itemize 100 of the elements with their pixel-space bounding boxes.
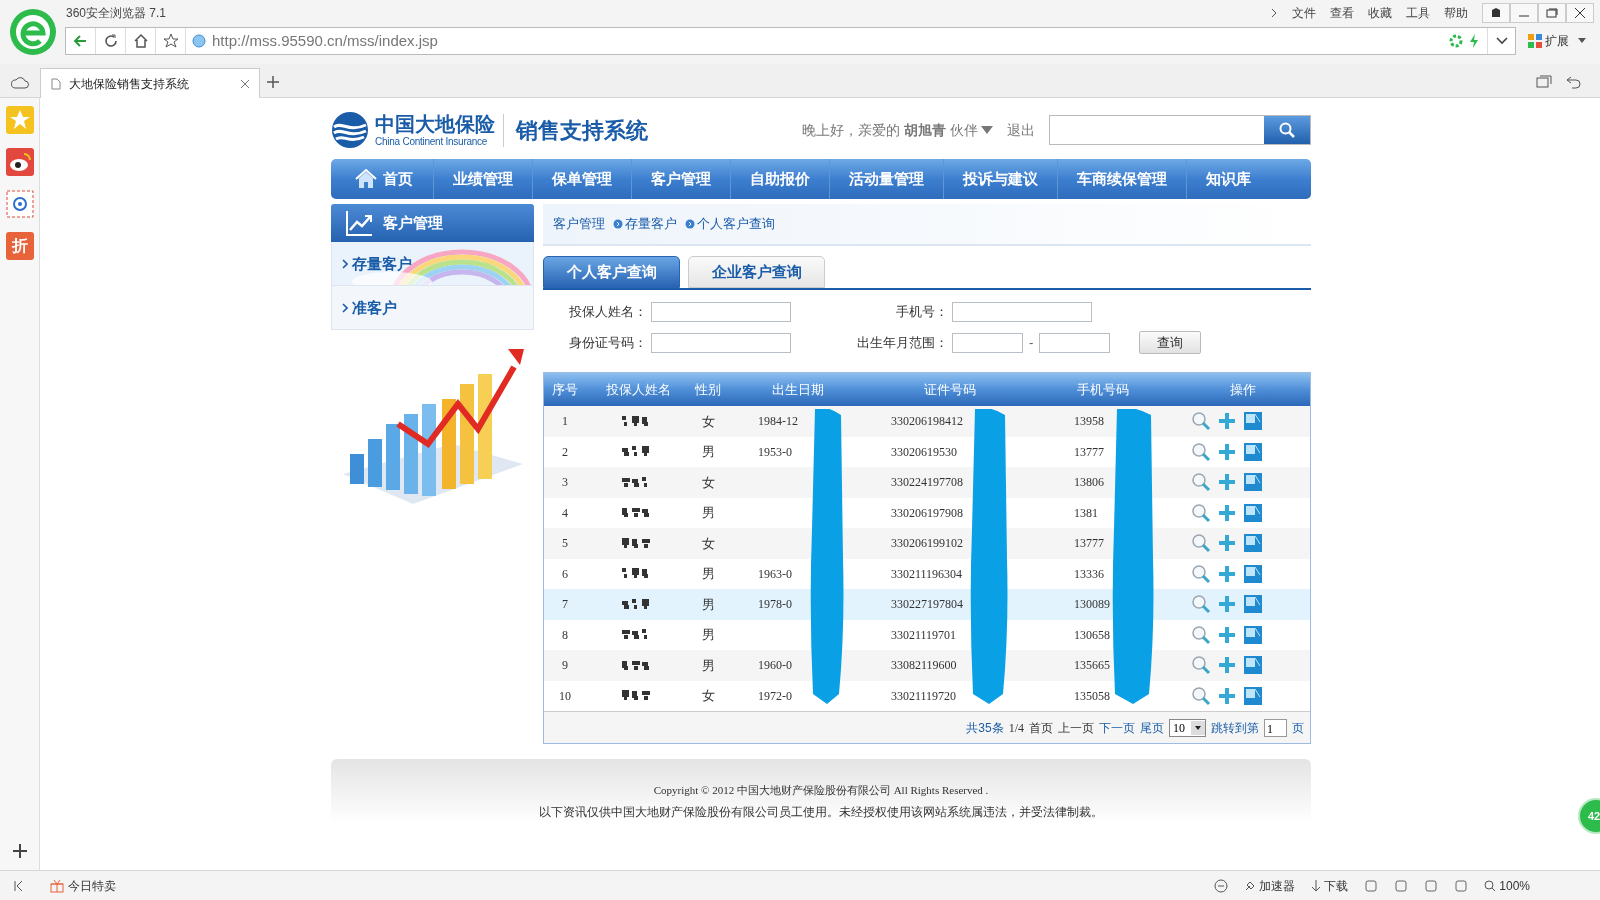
input-field[interactable]: [651, 301, 791, 322]
window-icon[interactable]: [1243, 594, 1263, 615]
nav-item[interactable]: 投诉与建议: [943, 159, 1057, 199]
menu-item[interactable]: 文件: [1292, 4, 1316, 22]
page-input[interactable]: 1: [1264, 718, 1287, 737]
menu-item[interactable]: 工具: [1406, 4, 1430, 22]
table-cell-text: 330224197708: [890, 474, 964, 492]
deals-link[interactable]: 今日特卖: [68, 876, 116, 895]
nav-item[interactable]: 保单管理: [532, 159, 631, 199]
window-icon[interactable]: [1243, 624, 1263, 645]
extensions-button[interactable]: 扩展: [1545, 32, 1569, 50]
field-label: 手机号：: [895, 302, 948, 321]
search-icon[interactable]: [1191, 411, 1211, 432]
breadcrumb-link[interactable]: 存量客户: [625, 214, 677, 234]
table-cell-text: 1978-0: [757, 596, 793, 614]
search-icon[interactable]: [1191, 594, 1211, 615]
first-page-link[interactable]: 首页: [1029, 718, 1053, 737]
window-icon[interactable]: [1243, 411, 1263, 432]
page-size-select[interactable]: 10: [1169, 718, 1206, 737]
search-field[interactable]: [1049, 115, 1311, 145]
logout-link[interactable]: 退出: [1007, 119, 1035, 141]
input-field[interactable]: [1039, 332, 1111, 353]
browser-tab[interactable]: 大地保险销售支持系统: [40, 68, 260, 98]
menu-item[interactable]: 查看: [1330, 4, 1354, 22]
menu-item[interactable]: 帮助: [1444, 4, 1468, 22]
nav-item[interactable]: 业绩管理: [433, 159, 532, 199]
next-page-link[interactable]: 下一页: [1099, 718, 1135, 737]
table-cell-text: 男: [700, 595, 716, 614]
breadcrumb-link[interactable]: 客户管理: [553, 214, 605, 234]
window-icon[interactable]: [1243, 563, 1263, 584]
prev-page-link[interactable]: 上一页: [1058, 718, 1094, 737]
menu-item[interactable]: 收藏: [1368, 4, 1392, 22]
table-cell-text: 13777: [1073, 535, 1105, 553]
window-icon[interactable]: [1243, 533, 1263, 554]
nav-item[interactable]: 车商续保管理: [1057, 159, 1186, 199]
table-cell-text: 1381: [1073, 504, 1099, 522]
tab[interactable]: 个人客户查询: [543, 256, 680, 288]
input-field[interactable]: [952, 301, 1092, 322]
nav-item[interactable]: 首页: [331, 159, 433, 199]
table-cell-text: 33082119600: [890, 657, 958, 675]
chevron-icon[interactable]: [1270, 8, 1278, 18]
search-icon[interactable]: [1191, 472, 1211, 493]
table-cell-text: 女: [700, 687, 716, 705]
search-icon[interactable]: [1191, 685, 1211, 706]
search-icon[interactable]: [1264, 116, 1310, 144]
download-button[interactable]: 下载: [1324, 876, 1349, 895]
windows-icon[interactable]: [1536, 75, 1552, 89]
table-cell-text: 33021119701: [890, 626, 958, 644]
search-icon[interactable]: [1191, 441, 1211, 462]
add-icon[interactable]: [12, 844, 27, 858]
nav-item[interactable]: 知识库: [1186, 159, 1270, 199]
search-icon[interactable]: [1191, 563, 1211, 584]
zoom-icon: [1484, 879, 1497, 892]
skin-icon[interactable]: [1482, 3, 1510, 23]
favorites-icon[interactable]: [5, 106, 34, 134]
table-cell-text: 6: [561, 565, 569, 583]
search-icon[interactable]: [1191, 533, 1211, 554]
window-icon[interactable]: [1243, 472, 1263, 493]
input-field[interactable]: [952, 332, 1023, 353]
table-cell-text: 2: [561, 443, 569, 461]
last-page-link[interactable]: 尾页: [1140, 718, 1164, 737]
table-cell-text: 13958: [1073, 413, 1105, 431]
breadcrumb-link[interactable]: 个人客户查询: [697, 214, 775, 234]
search-icon[interactable]: [1191, 655, 1211, 676]
table-cell-text: 男: [700, 626, 716, 644]
browser-title: 360安全浏览器 7.1: [66, 5, 167, 22]
tab[interactable]: 企业客户查询: [688, 256, 825, 288]
field-label: 出生年月范围：: [856, 333, 948, 352]
table-cell-text: 1953-0: [757, 443, 793, 461]
window-icon[interactable]: [1243, 655, 1263, 676]
input-field[interactable]: [651, 332, 791, 353]
mail-icon[interactable]: [5, 190, 34, 218]
table-cell-text: 1972-0: [757, 687, 793, 705]
window-icon[interactable]: [1243, 502, 1263, 523]
table-cell-text: 7: [561, 596, 569, 614]
table-row[interactable]: 1 女 1984-12 330206198412 13958: [544, 406, 1310, 437]
close-icon[interactable]: [1566, 3, 1594, 23]
gift-icon: [50, 878, 64, 893]
search-icon[interactable]: [1191, 624, 1211, 645]
window-icon[interactable]: [1243, 685, 1263, 706]
nav-item[interactable]: 自助报价: [730, 159, 829, 199]
caret-icon[interactable]: [981, 126, 993, 134]
maximize-icon[interactable]: [1538, 3, 1566, 23]
query-button[interactable]: 查询: [1139, 331, 1202, 354]
bar: [349, 453, 364, 484]
nav-item[interactable]: 客户管理: [631, 159, 730, 199]
weibo-icon[interactable]: [5, 148, 34, 176]
nav-item[interactable]: 活动量管理: [829, 159, 943, 199]
column-header: 操作: [1228, 380, 1257, 399]
table-cell-text: 13777: [1073, 443, 1105, 461]
accelerator-button[interactable]: 加速器: [1259, 876, 1296, 895]
zoom-level[interactable]: 100%: [1499, 876, 1530, 895]
window-icon[interactable]: [1243, 441, 1263, 462]
caret-icon: [1191, 720, 1205, 735]
undo-icon[interactable]: [1566, 75, 1582, 89]
table-cell-text: 男: [700, 504, 716, 522]
bar: [385, 423, 400, 490]
search-icon[interactable]: [1191, 502, 1211, 523]
table-cell-text: 330211196304: [890, 565, 964, 583]
table-cell-text: 13806: [1073, 474, 1105, 492]
